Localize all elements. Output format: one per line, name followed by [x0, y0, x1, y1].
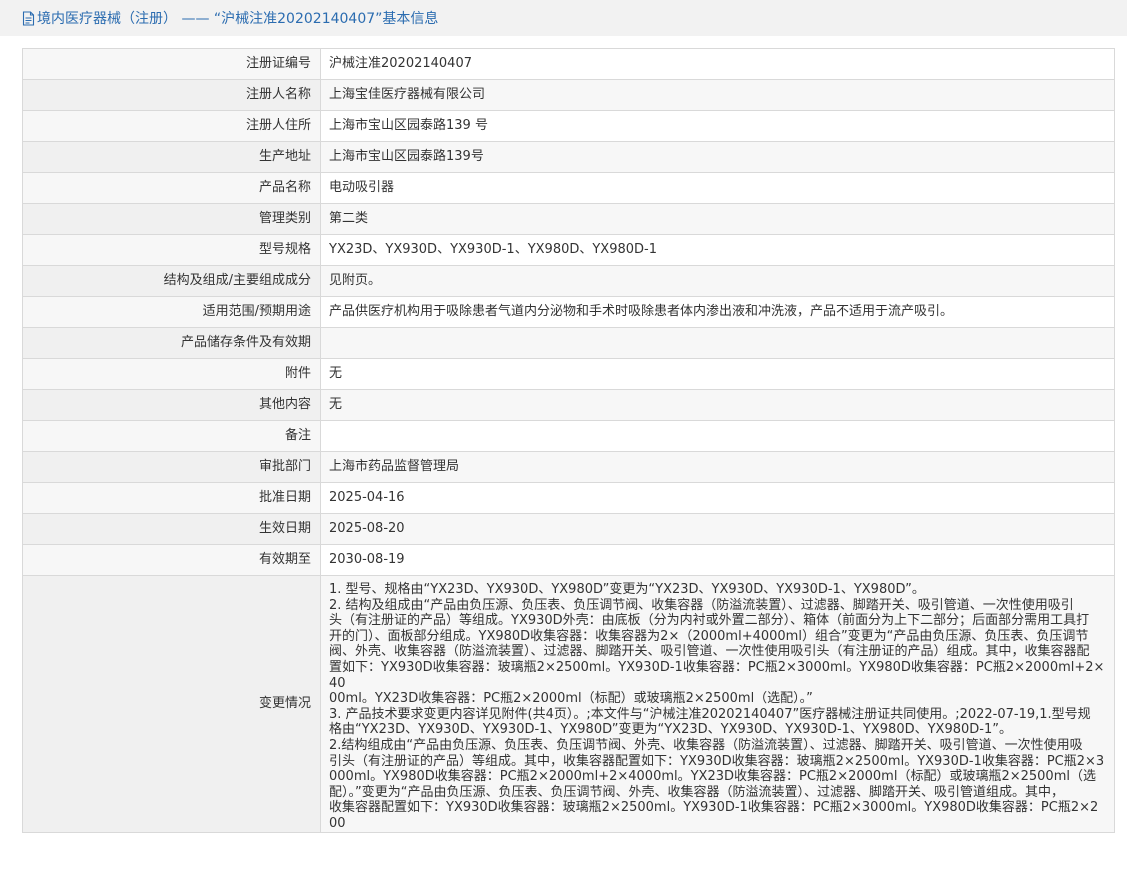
field-value-registrant-address: 上海市宝山区园泰路139 号 — [320, 110, 1115, 142]
field-label-changes: 变更情况 — [22, 575, 321, 833]
field-label-registrant-name: 注册人名称 — [22, 79, 321, 111]
table-row: 注册证编号 沪械注准20202140407 — [22, 48, 1115, 80]
registration-info-table: 注册证编号 沪械注准20202140407 注册人名称 上海宝佳医疗器械有限公司 注… — [22, 48, 1115, 833]
table-row: 其他内容无 — [22, 389, 1115, 421]
table-row: 附件无 — [22, 358, 1115, 390]
field-value-registrant-name: 上海宝佳医疗器械有限公司 — [320, 79, 1115, 111]
change-text-line: 2. 结构及组成由“产品由负压源、负压表、负压调节阀、收集容器（防溢流装置）、过… — [329, 597, 1074, 613]
document-icon — [22, 10, 35, 26]
table-row: 注册人住所 上海市宝山区园泰路139 号 — [22, 110, 1115, 142]
change-text-line: 2.结构组成由“产品由负压源、负压表、负压调节阀、外壳、收集容器（防溢流装置）、… — [329, 737, 1083, 753]
field-label-registrant-address: 注册人住所 — [22, 110, 321, 142]
field-value-registration-number: 沪械注准20202140407 — [320, 48, 1115, 80]
field-label-structure: 结构及组成/主要组成成分 — [22, 265, 321, 297]
field-label-intended-use: 适用范围/预期用途 — [22, 296, 321, 328]
field-label-approval-dept: 审批部门 — [22, 451, 321, 483]
table-row: 结构及组成/主要组成成分 见附页。 — [22, 265, 1115, 297]
field-label-attachment: 附件 — [22, 358, 321, 390]
table-row: 备注 — [22, 420, 1115, 452]
change-text-line: 置如下：YX930D收集容器：玻璃瓶2×2500ml。YX930D-1收集容器：… — [329, 659, 1105, 691]
table-row: 产品储存条件及有效期 — [22, 327, 1115, 359]
field-value-approval-date: 2025-04-16 — [320, 482, 1115, 514]
table-row: 生效日期 2025-08-20 — [22, 513, 1115, 545]
field-value-product-name: 电动吸引器 — [320, 172, 1115, 204]
field-value-other: 无 — [320, 389, 1115, 421]
field-value-management-class: 第二类 — [320, 203, 1115, 235]
field-label-registration-number: 注册证编号 — [22, 48, 321, 80]
field-label-other: 其他内容 — [22, 389, 321, 421]
page-title: 境内医疗器械（注册） —— “沪械注准20202140407”基本信息 — [37, 11, 439, 27]
change-text-line: 引头（有注册证的产品）等组成。其中，收集容器配置如下：YX930D收集容器：玻璃… — [329, 753, 1105, 769]
table-row: 生产地址 上海市宝山区园泰路139号 — [22, 141, 1115, 173]
field-value-model-spec: YX23D、YX930D、YX930D-1、YX980D、YX980D-1 — [320, 234, 1115, 266]
table-row: 产品名称 电动吸引器 — [22, 172, 1115, 204]
table-row: 批准日期 2025-04-16 — [22, 482, 1115, 514]
field-label-product-name: 产品名称 — [22, 172, 321, 204]
change-text-line: 阀、外壳、收集容器（防溢流装置）、过滤器、脚踏开关、吸引管道、一次性使用吸引头（… — [329, 644, 1090, 660]
table-row: 审批部门 上海市药品监督管理局 — [22, 451, 1115, 483]
field-label-storage: 产品储存条件及有效期 — [22, 327, 321, 359]
field-label-model-spec: 型号规格 — [22, 234, 321, 266]
field-value-production-address: 上海市宝山区园泰路139号 — [320, 141, 1115, 173]
change-text-line: 开的门）、面板部分组成。YX980D收集容器：收集容器为2×（2000ml+40… — [329, 628, 1089, 644]
field-value-effective-date: 2025-08-20 — [320, 513, 1115, 545]
page-header: 境内医疗器械（注册） —— “沪械注准20202140407”基本信息 — [0, 0, 1127, 36]
table-row: 适用范围/预期用途 产品供医疗机构用于吸除患者气道内分泌物和手术时吸除患者体内渗出… — [22, 296, 1115, 328]
field-value-approval-dept: 上海市药品监督管理局 — [320, 451, 1115, 483]
field-label-management-class: 管理类别 — [22, 203, 321, 235]
change-text-line: 3. 产品技术要求变更内容详见附件(共4页）。;本文件与“沪械注准2020214… — [329, 706, 1091, 722]
field-label-remarks: 备注 — [22, 420, 321, 452]
table-row-changes: 变更情况 1. 型号、规格由“YX23D、YX930D、YX980D”变更为“Y… — [22, 575, 1115, 833]
change-text-line: 1. 型号、规格由“YX23D、YX930D、YX980D”变更为“YX23D、… — [329, 582, 925, 597]
change-text-line: 000ml。YX980D收集容器：PC瓶2×2000ml+2×4000ml。YX… — [329, 769, 1096, 785]
change-text-line: 头（有注册证的产品）等组成。YX930D外壳：由底板（分为内衬或外置二部分）、箱… — [329, 613, 1090, 629]
change-text-line: 格由“YX23D、YX930D、YX930D-1、YX980D”变更为“YX23… — [329, 722, 1012, 738]
field-label-production-address: 生产地址 — [22, 141, 321, 173]
table-row: 型号规格 YX23D、YX930D、YX930D-1、YX980D、YX980D-… — [22, 234, 1115, 266]
change-text-line: 00ml。YX23D收集容器：PC瓶2×2000ml（标配）或玻璃瓶2×2500… — [329, 691, 813, 707]
table-row: 注册人名称 上海宝佳医疗器械有限公司 — [22, 79, 1115, 111]
field-value-intended-use: 产品供医疗机构用于吸除患者气道内分泌物和手术时吸除患者体内渗出液和冲洗液，产品不… — [320, 296, 1115, 328]
field-value-expiry-date: 2030-08-19 — [320, 544, 1115, 576]
table-row: 管理类别 第二类 — [22, 203, 1115, 235]
field-label-approval-date: 批准日期 — [22, 482, 321, 514]
field-value-remarks — [320, 420, 1115, 452]
field-label-expiry-date: 有效期至 — [22, 544, 321, 576]
table-row: 有效期至 2030-08-19 — [22, 544, 1115, 576]
field-value-attachment: 无 — [320, 358, 1115, 390]
field-label-effective-date: 生效日期 — [22, 513, 321, 545]
field-value-changes: 1. 型号、规格由“YX23D、YX930D、YX980D”变更为“YX23D、… — [320, 575, 1115, 833]
field-value-storage — [320, 327, 1115, 359]
field-value-structure: 见附页。 — [320, 265, 1115, 297]
change-text-line: 配）。”变更为“产品由负压源、负压表、负压调节阀、外壳、收集容器（防溢流装置）、… — [329, 784, 1064, 800]
change-text-line: 收集容器配置如下：YX930D收集容器：玻璃瓶2×2500ml。YX930D-1… — [329, 800, 1099, 831]
